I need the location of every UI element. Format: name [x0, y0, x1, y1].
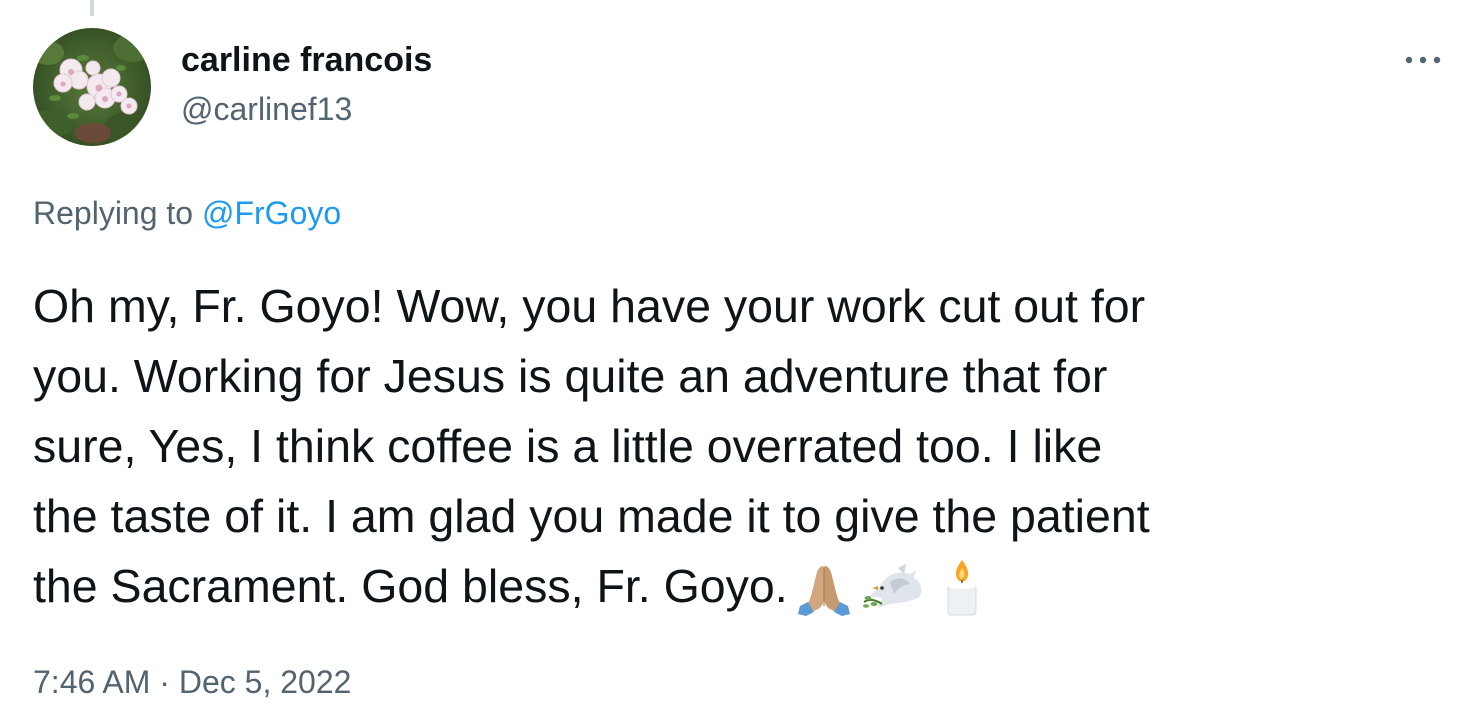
avatar[interactable] — [33, 28, 151, 146]
flower-photo-avatar-icon — [33, 28, 151, 146]
dove-emoji — [860, 562, 932, 635]
tweet-text-line: the Sacrament. God bless, Fr. Goyo. — [33, 560, 788, 612]
author-handle[interactable]: @carlinef13 — [181, 88, 352, 130]
thread-connector-line — [90, 0, 94, 16]
more-options-button[interactable] — [1398, 42, 1448, 78]
tweet-text-line: you. Working for Jesus is quite an adven… — [33, 350, 1108, 402]
candle-emoji — [940, 558, 984, 635]
author-display-name[interactable]: carline francois — [181, 38, 432, 82]
timestamp-separator: · — [159, 664, 170, 700]
tweet-time-link[interactable]: 7:46 AM — [33, 664, 150, 700]
tweet-text: Oh my, Fr. Goyo! Wow, you have your work… — [33, 271, 1453, 621]
more-options-icon — [1405, 56, 1441, 64]
folded-hands-emoji — [796, 562, 852, 635]
replying-to-label: Replying to — [33, 195, 194, 231]
mention-link[interactable]: @FrGoyo — [202, 195, 341, 231]
tweet-text-line: Oh my, Fr. Goyo! Wow, you have your work… — [33, 280, 1146, 332]
tweet-text-line: the taste of it. I am glad you made it t… — [33, 490, 1150, 542]
tweet-text-line: sure, Yes, I think coffee is a little ov… — [33, 420, 1103, 472]
reply-context: Replying to @FrGoyo — [33, 192, 341, 234]
tweet-date-link[interactable]: Dec 5, 2022 — [179, 664, 352, 700]
tweet-text-last-line: the Sacrament. God bless, Fr. Goyo. — [33, 551, 1453, 621]
tweet-timestamp: 7:46 AM · Dec 5, 2022 — [33, 660, 351, 704]
